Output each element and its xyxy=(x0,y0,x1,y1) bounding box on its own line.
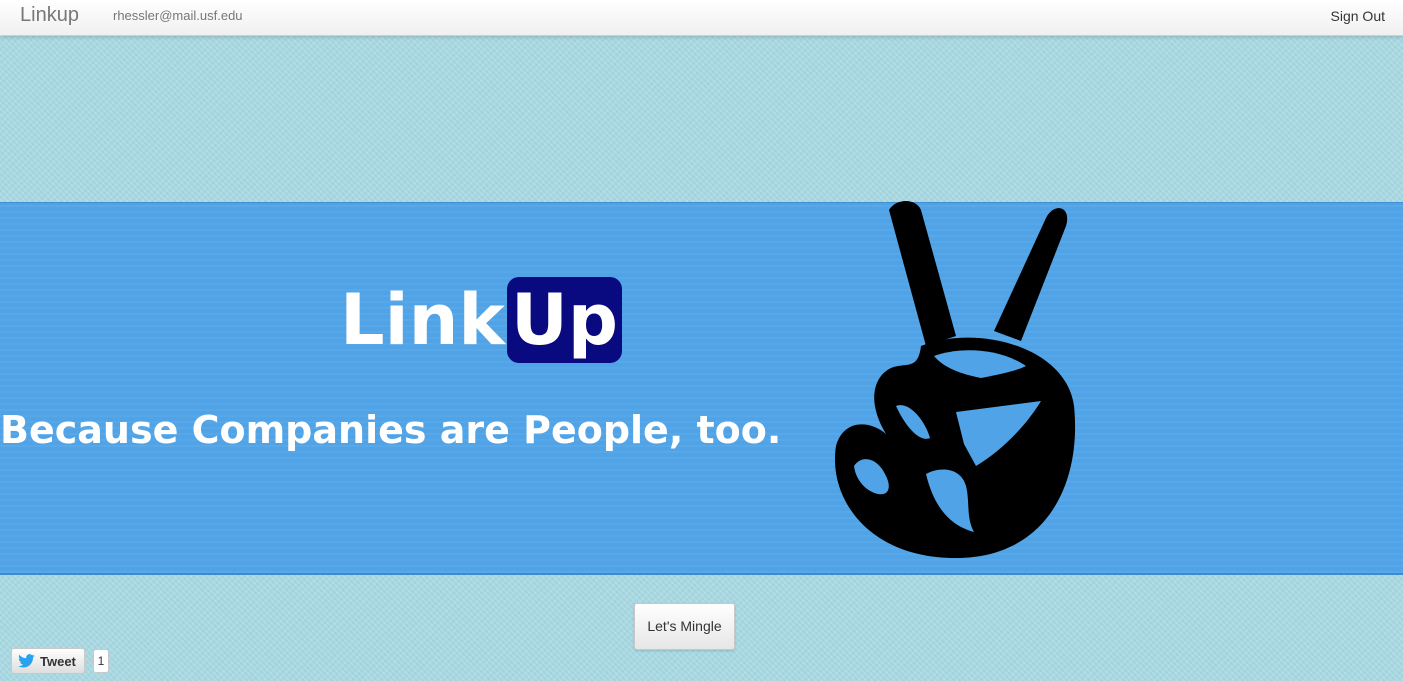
lets-mingle-button[interactable]: Let's Mingle xyxy=(634,603,735,650)
peace-sign-hand-icon xyxy=(834,201,1076,558)
user-email[interactable]: rhessler@mail.usf.edu xyxy=(113,8,243,23)
brand-link[interactable]: Linkup xyxy=(20,4,79,27)
hero-tagline: Because Companies are People, too. xyxy=(0,408,782,452)
tweet-count-badge: 1 xyxy=(89,649,109,673)
tweet-label: Tweet xyxy=(40,654,76,669)
sign-out-link[interactable]: Sign Out xyxy=(1331,8,1385,24)
hero-logo: LinkUp xyxy=(340,277,622,363)
logo-text-up-badge: Up xyxy=(507,277,622,363)
hero-banner: LinkUp Because Companies are People, too… xyxy=(0,202,1403,575)
tweet-button[interactable]: Tweet xyxy=(11,648,85,674)
logo-text-link: Link xyxy=(340,279,505,361)
twitter-bird-icon xyxy=(18,654,35,668)
top-navbar: Linkup rhessler@mail.usf.edu Sign Out xyxy=(0,0,1403,36)
